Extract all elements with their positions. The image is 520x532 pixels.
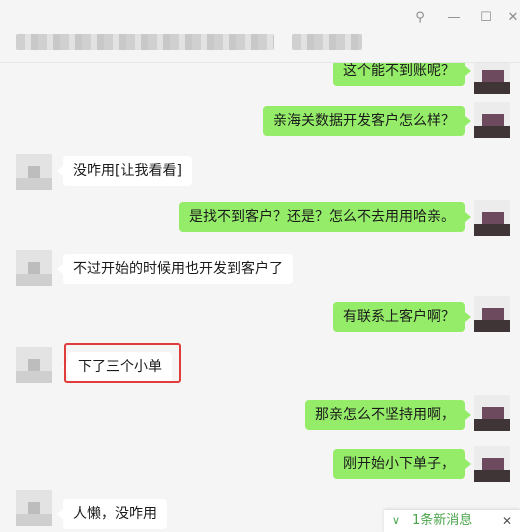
minimize-icon[interactable]: —	[444, 10, 464, 26]
message-bubble-sent[interactable]: 这个能不到账呢？	[333, 62, 471, 86]
contact-avatar[interactable]	[16, 154, 52, 190]
new-message-label[interactable]: 1条新消息	[412, 510, 472, 532]
my-avatar[interactable]	[474, 446, 510, 482]
message-bubble-sent[interactable]: 是找不到客户？还是？怎么不去用用哈亲。	[179, 202, 471, 232]
my-avatar[interactable]	[474, 102, 510, 138]
message-bubble-received[interactable]: 没咋用[让我看看]	[57, 156, 192, 186]
blurred-contact-name-extra	[292, 34, 362, 50]
highlight-box	[64, 343, 181, 383]
message-bubble-sent[interactable]: 亲海关数据开发客户怎么样？	[263, 106, 471, 136]
message-bubble-received[interactable]: 人懒，没咋用	[57, 499, 167, 529]
my-avatar[interactable]	[474, 395, 510, 431]
pin-icon[interactable]: ⚲	[410, 10, 430, 26]
my-avatar[interactable]	[474, 200, 510, 236]
close-icon[interactable]: ✕	[503, 10, 520, 26]
maximize-icon[interactable]: ☐	[476, 10, 496, 26]
my-avatar[interactable]	[474, 296, 510, 332]
message-bubble-sent[interactable]: 刚开始小下单子，	[333, 449, 471, 479]
message-bubble-received[interactable]: 不过开始的时候用也开发到客户了	[57, 254, 293, 284]
chevron-down-icon: ∨	[392, 514, 401, 527]
blurred-contact-name	[16, 34, 274, 50]
message-bubble-sent[interactable]: 那亲怎么不坚持用啊，	[305, 400, 471, 430]
contact-avatar[interactable]	[16, 347, 52, 383]
title-bar: ⚲ — ☐ ✕	[0, 0, 520, 63]
my-avatar[interactable]	[474, 62, 510, 94]
message-bubble-sent[interactable]: 有联系上客户啊？	[333, 302, 471, 332]
contact-avatar[interactable]	[16, 490, 52, 526]
contact-avatar[interactable]	[16, 250, 52, 286]
close-notice-icon[interactable]: ✕	[502, 510, 512, 532]
chat-area[interactable]: 这个能不到账呢？ 亲海关数据开发客户怎么样？ 没咋用[让我看看] 是找不到客户？…	[0, 62, 520, 532]
new-message-notice[interactable]: ∨ 1条新消息 ✕	[384, 510, 520, 532]
